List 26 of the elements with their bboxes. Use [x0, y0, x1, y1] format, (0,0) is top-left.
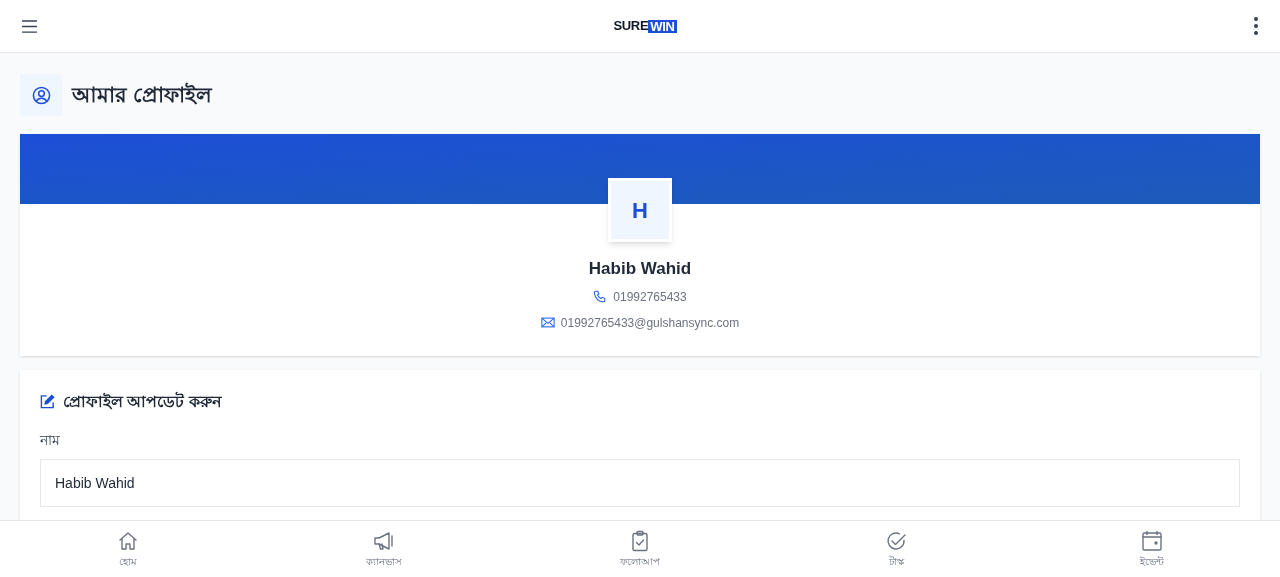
name-input[interactable]: Habib Wahid [40, 458, 1240, 507]
megaphone-icon [373, 530, 395, 552]
field-label: নাম [40, 430, 61, 450]
home-icon [117, 530, 139, 552]
avatar: H [608, 178, 672, 242]
phone-icon [593, 289, 608, 304]
menu-button[interactable] [20, 17, 38, 35]
nav-tab[interactable]: ক্যানভাস [256, 521, 512, 577]
clipboard-icon [629, 530, 651, 552]
page-title: আমার প্রোফাইল [72, 81, 212, 109]
check-circle-icon [885, 530, 907, 552]
nav-tab[interactable]: ইভেন্ট [1024, 521, 1280, 577]
section-title: প্রোফাইল আপডেট করুন [63, 391, 222, 412]
more-options-button[interactable] [1252, 16, 1260, 36]
nav-tab[interactable]: হোম [0, 521, 256, 577]
profile-name: Habib Wahid [588, 258, 692, 280]
envelope-icon [540, 317, 555, 328]
phone-number: 01992765433 [613, 288, 687, 306]
calendar-icon [1141, 530, 1163, 552]
email-address: 01992765433@gulshansync.com [560, 314, 740, 332]
nav-tab[interactable]: টাস্ক [768, 521, 1024, 577]
nav-tab[interactable]: ফলোআপ [512, 521, 768, 577]
logo-badge: WIN [648, 19, 677, 33]
logo-text: SURE [613, 17, 649, 36]
profile-icon [20, 74, 62, 116]
edit-icon [40, 394, 55, 409]
